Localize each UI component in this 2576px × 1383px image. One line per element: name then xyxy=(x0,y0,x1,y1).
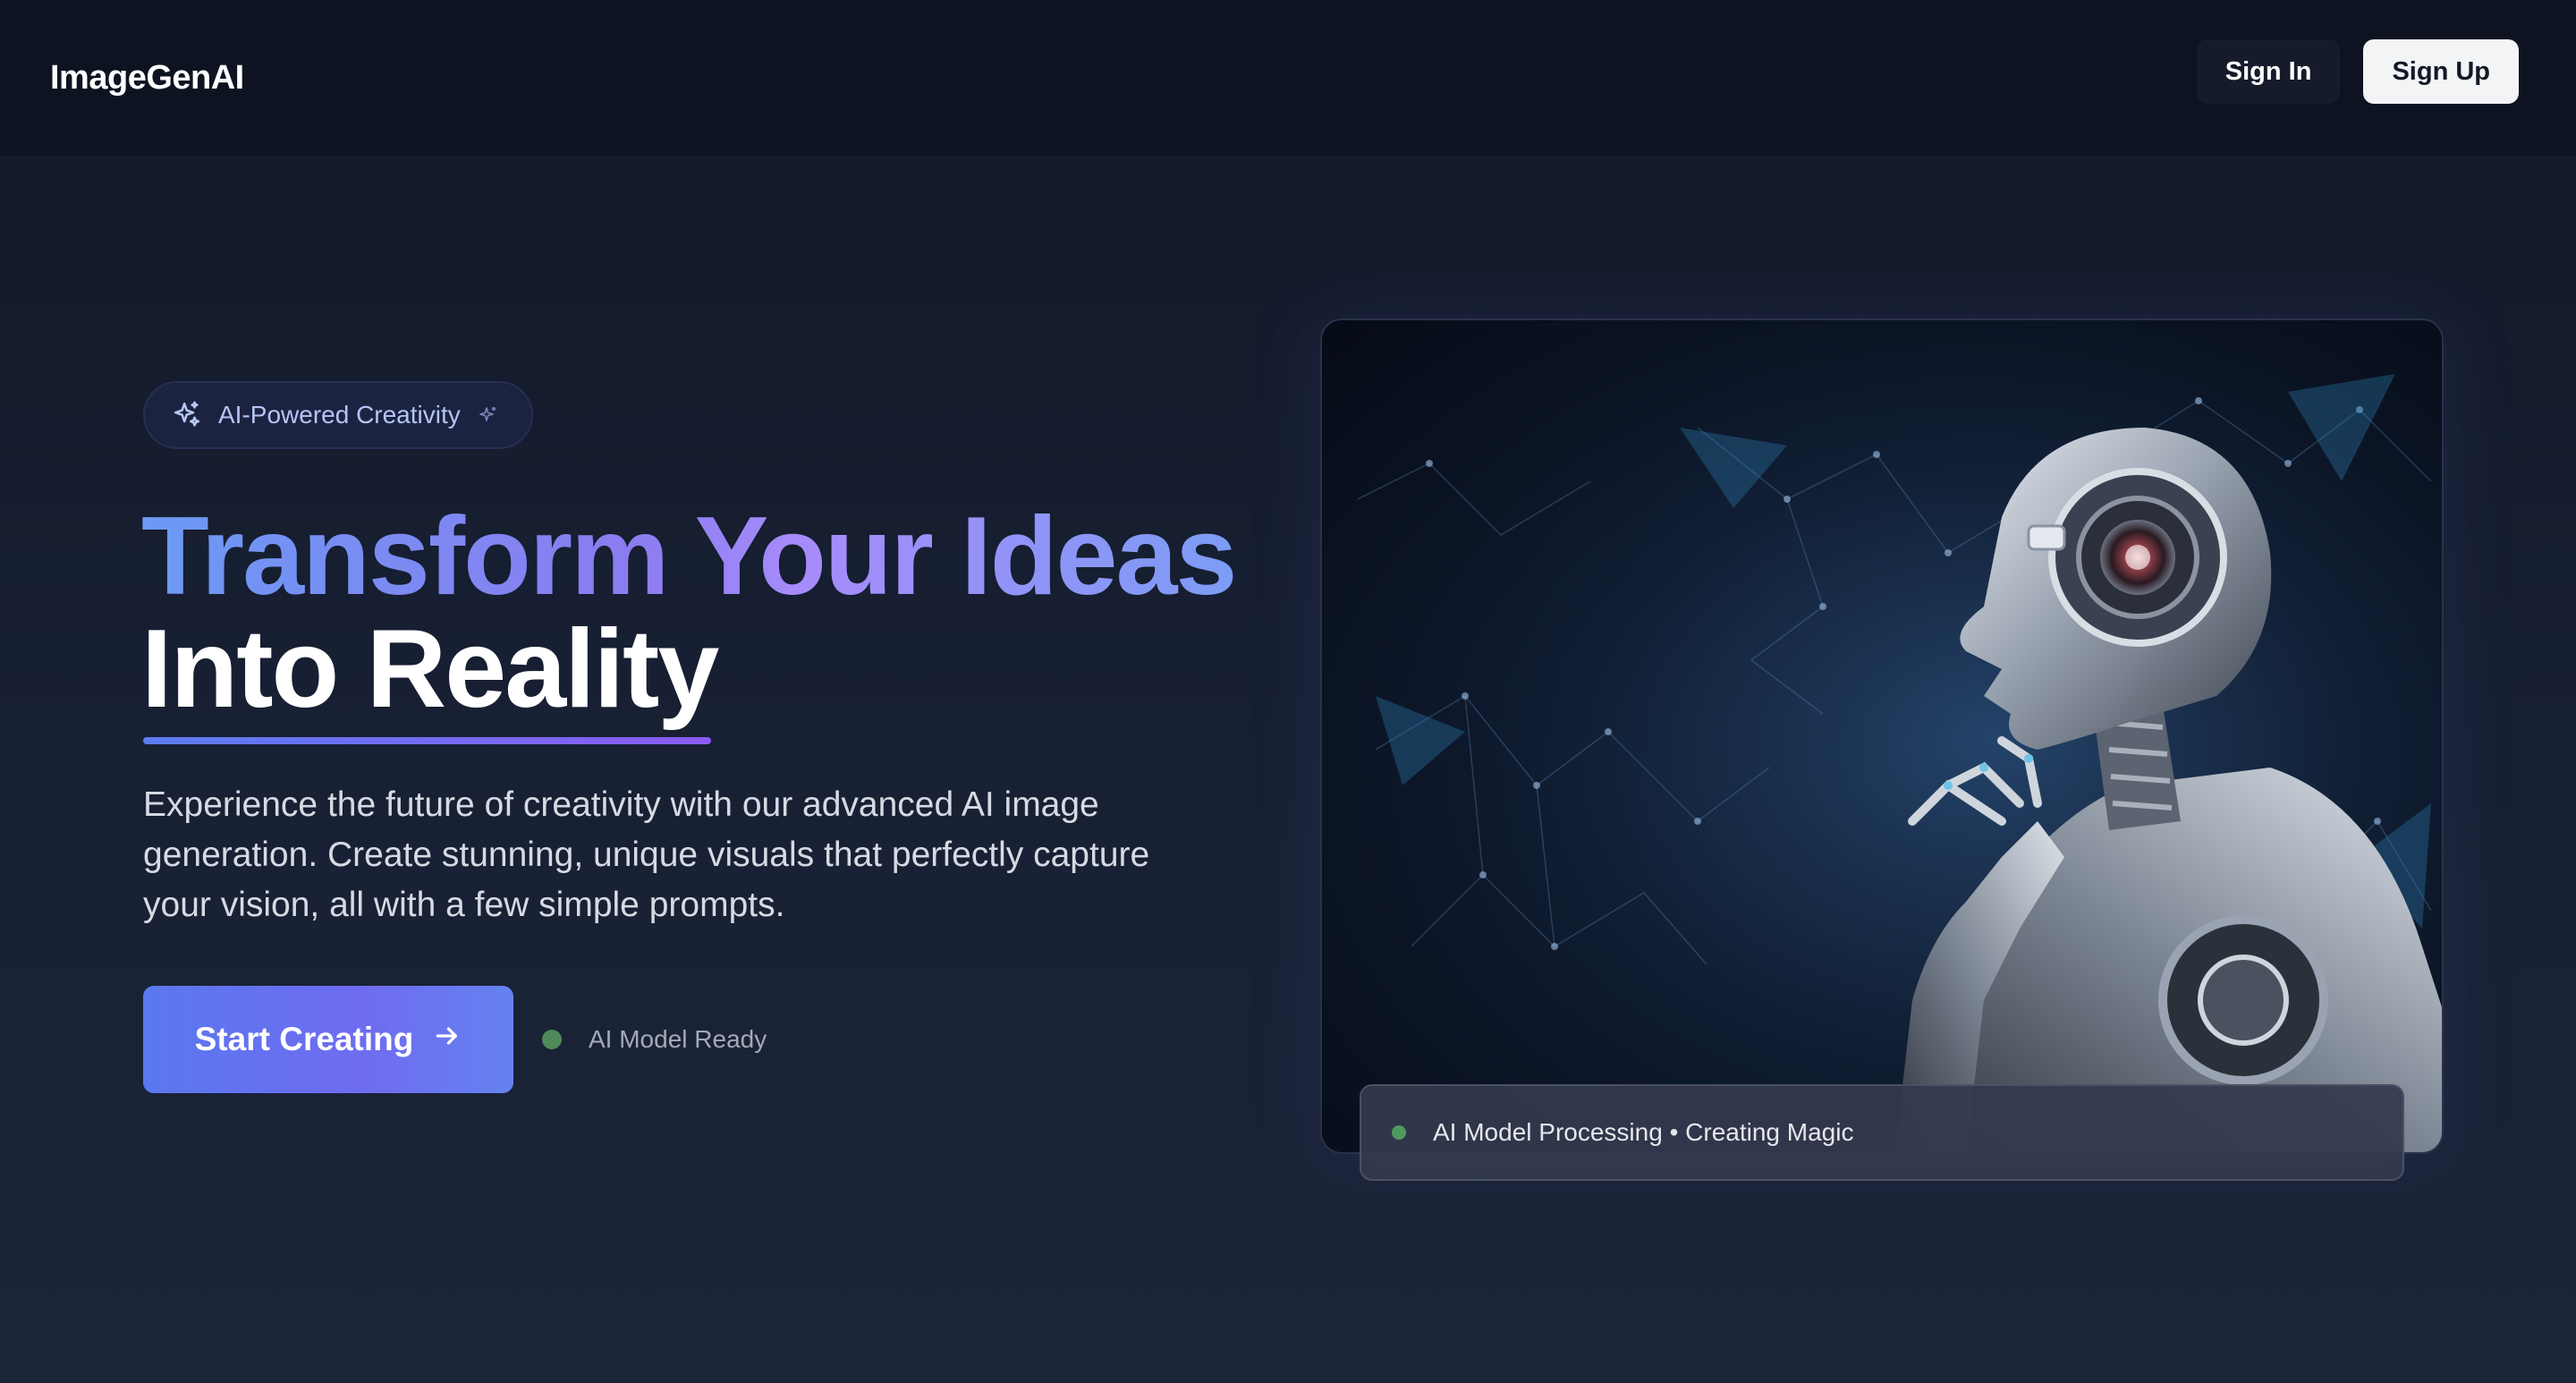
title-underline xyxy=(143,737,711,744)
cta-label: Start Creating xyxy=(194,1021,414,1057)
processing-dot xyxy=(1392,1125,1406,1140)
status-text: AI Model Ready xyxy=(589,1025,767,1053)
status-dot xyxy=(542,1030,562,1049)
hero-title-gradient: Transform Your Ideas xyxy=(141,495,1237,618)
logo[interactable]: ImageGenAI xyxy=(50,59,244,98)
model-status: AI Model Ready xyxy=(542,1025,767,1054)
top-navbar: ImageGenAI Sign In Sign Up xyxy=(0,0,2576,156)
sparkle-icon xyxy=(477,404,498,426)
sparkles-icon xyxy=(172,400,202,430)
sign-in-button[interactable]: Sign In xyxy=(2196,39,2341,104)
landing-page: ImageGenAI Sign In Sign Up AI-Powered Cr… xyxy=(0,0,2576,1383)
caption-text: AI Model Processing • Creating Magic xyxy=(1433,1118,1854,1146)
feature-badge: AI-Powered Creativity xyxy=(143,381,533,449)
hero-title-line-2: Into Reality xyxy=(141,607,719,731)
badge-label: AI-Powered Creativity xyxy=(218,401,461,428)
arrow-right-icon xyxy=(433,1021,462,1058)
image-caption-bar: AI Model Processing • Creating Magic xyxy=(1360,1084,2404,1181)
header-actions: Sign In Sign Up xyxy=(2196,39,2519,104)
robot-illustration xyxy=(1322,320,2442,1152)
start-creating-button[interactable]: Start Creating xyxy=(143,986,513,1093)
sign-up-button[interactable]: Sign Up xyxy=(2363,39,2519,104)
hero-description: Experience the future of creativity with… xyxy=(143,785,1150,924)
hero-title-line-1: Transform Your Ideas xyxy=(141,501,1237,612)
hero-image xyxy=(1320,318,2444,1154)
